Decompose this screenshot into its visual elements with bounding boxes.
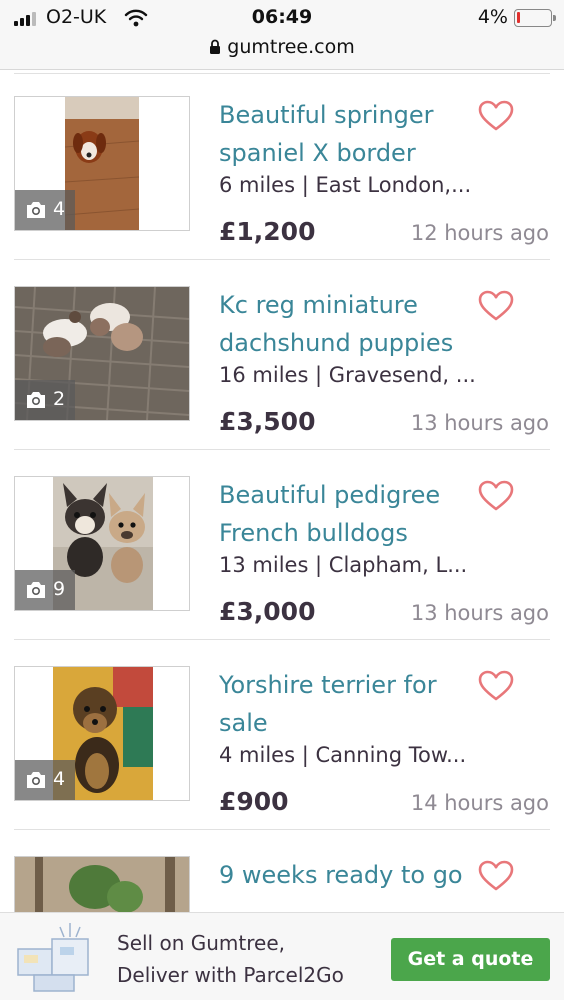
camera-icon bbox=[27, 772, 45, 788]
favorite-heart-icon[interactable] bbox=[478, 480, 514, 512]
photo-count: 4 bbox=[53, 198, 66, 220]
listing-price: £900 bbox=[219, 787, 289, 816]
listing-location: 16 miles | Gravesend, ... bbox=[219, 363, 476, 387]
listing-card[interactable]: 4 Beautiful springer spaniel X border 6 … bbox=[0, 70, 564, 260]
listing-photo bbox=[15, 857, 189, 912]
parcel-boxes-icon bbox=[17, 923, 89, 992]
listing-card[interactable]: 9 Beautiful pedigree French bulldogs 13 … bbox=[0, 450, 564, 640]
photo-count-badge: 4 bbox=[15, 760, 75, 800]
listing-price: £1,200 bbox=[219, 217, 316, 246]
battery-icon bbox=[514, 9, 556, 27]
listing-location: 4 miles | Canning Tow... bbox=[219, 743, 467, 767]
photo-count: 4 bbox=[53, 768, 66, 790]
banner-text: Sell on Gumtree, Deliver with Parcel2Go bbox=[117, 927, 344, 991]
listing-title[interactable]: Beautiful pedigree French bulldogs bbox=[219, 476, 479, 550]
favorite-heart-icon[interactable] bbox=[478, 670, 514, 702]
listing-location: 6 miles | East London,... bbox=[219, 173, 472, 197]
parcel2go-banner[interactable]: Sell on Gumtree, Deliver with Parcel2Go … bbox=[0, 912, 564, 1000]
listing-card[interactable]: 2 Kc reg miniature dachshund puppies 16 … bbox=[0, 260, 564, 450]
listing-feed[interactable]: 4 Beautiful springer spaniel X border 6 … bbox=[0, 70, 564, 912]
listing-thumbnail[interactable]: 2 bbox=[14, 286, 190, 421]
camera-icon bbox=[27, 582, 45, 598]
status-bar: O2-UK 06:49 4% bbox=[0, 0, 564, 36]
listing-title[interactable]: Yorshire terrier for sale bbox=[219, 666, 479, 740]
banner-line-2: Deliver with Parcel2Go bbox=[117, 963, 344, 987]
listing-title[interactable]: 9 weeks ready to go bbox=[219, 856, 479, 912]
listing-thumbnail[interactable]: 4 bbox=[14, 96, 190, 231]
url-text: gumtree.com bbox=[227, 36, 355, 58]
photo-count-badge: 2 bbox=[15, 380, 75, 420]
listing-card[interactable]: 4 Yorshire terrier for sale 4 miles | Ca… bbox=[0, 640, 564, 830]
favorite-heart-icon[interactable] bbox=[478, 100, 514, 132]
listing-posted-time: 13 hours ago bbox=[410, 601, 549, 625]
listing-posted-time: 14 hours ago bbox=[410, 791, 549, 815]
photo-count: 9 bbox=[53, 578, 66, 600]
banner-line-1: Sell on Gumtree, bbox=[117, 931, 285, 955]
favorite-heart-icon[interactable] bbox=[478, 290, 514, 322]
address-bar[interactable]: gumtree.com bbox=[0, 36, 564, 70]
get-a-quote-button[interactable]: Get a quote bbox=[391, 938, 550, 981]
battery-level bbox=[517, 12, 520, 23]
listing-thumbnail[interactable] bbox=[14, 856, 190, 912]
photo-count-badge: 4 bbox=[15, 190, 75, 230]
listing-price: £3,500 bbox=[219, 407, 316, 436]
listing-title[interactable]: Kc reg miniature dachshund puppies bbox=[219, 286, 479, 360]
listing-location: 13 miles | Clapham, L... bbox=[219, 553, 468, 577]
listing-posted-time: 12 hours ago bbox=[410, 221, 549, 245]
listing-thumbnail[interactable]: 9 bbox=[14, 476, 190, 611]
camera-icon bbox=[27, 392, 45, 408]
favorite-heart-icon[interactable] bbox=[478, 860, 514, 892]
listing-title[interactable]: Beautiful springer spaniel X border bbox=[219, 96, 479, 170]
battery-percentage: 4% bbox=[477, 6, 508, 28]
listing-thumbnail[interactable]: 4 bbox=[14, 666, 190, 801]
photo-count: 2 bbox=[53, 388, 66, 410]
listing-posted-time: 13 hours ago bbox=[410, 411, 549, 435]
camera-icon bbox=[27, 202, 45, 218]
lock-icon bbox=[210, 39, 221, 54]
listing-price: £3,000 bbox=[219, 597, 316, 626]
listing-card[interactable]: 9 weeks ready to go bbox=[0, 830, 564, 912]
photo-count-badge: 9 bbox=[15, 570, 75, 610]
listing-photo bbox=[65, 97, 139, 230]
